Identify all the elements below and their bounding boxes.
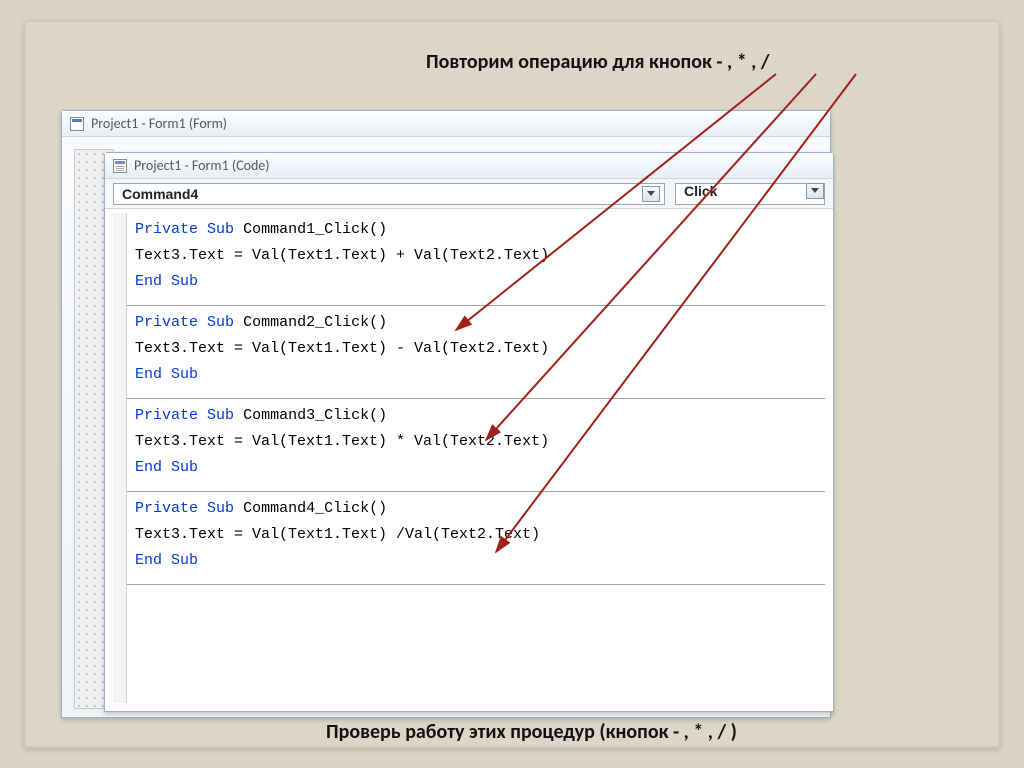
code-gutter [113,213,127,703]
procedure-combobox[interactable]: Click [675,183,825,205]
slide-frame: Повторим операцию для кнопок - , * , / P… [24,20,1000,748]
code-window-title: Project1 - Form1 (Code) [134,157,270,174]
code-line: Private Sub Command3_Click() [135,403,825,429]
form-window-title: Project1 - Form1 (Form) [91,115,227,132]
slide-heading: Повторим операцию для кнопок - , * , / [426,50,769,74]
chevron-down-icon[interactable] [806,183,824,199]
code-line: Text3.Text = Val(Text1.Text) + Val(Text2… [135,243,825,269]
code-editor[interactable]: Private Sub Command1_Click() Text3.Text … [113,213,825,703]
object-combobox[interactable]: Command4 [113,183,665,205]
form-titlebar[interactable]: Project1 - Form1 (Form) [62,111,830,137]
code-line: End Sub [135,362,825,388]
procedure-block: Private Sub Command4_Click() Text3.Text … [127,492,825,585]
object-combobox-value: Command4 [122,186,198,202]
code-line: Text3.Text = Val(Text1.Text) * Val(Text2… [135,429,825,455]
procedure-block: Private Sub Command1_Click() Text3.Text … [127,213,825,306]
chevron-down-icon[interactable] [642,186,660,202]
code-icon [113,159,127,173]
procedure-combobox-value: Click [684,178,717,204]
code-selectors: Command4 Click [105,179,833,209]
procedure-block: Private Sub Command2_Click() Text3.Text … [127,306,825,399]
code-line: Private Sub Command4_Click() [135,496,825,522]
procedure-block: Private Sub Command3_Click() Text3.Text … [127,399,825,492]
slide-footer-text: Проверь работу этих процедур (кнопок - ,… [326,720,737,744]
code-line: Text3.Text = Val(Text1.Text) /Val(Text2.… [135,522,825,548]
code-body[interactable]: Private Sub Command1_Click() Text3.Text … [127,213,825,703]
form-icon [70,117,84,131]
code-line: End Sub [135,548,825,574]
code-titlebar[interactable]: Project1 - Form1 (Code) [105,153,833,179]
code-line: End Sub [135,269,825,295]
code-line: Text3.Text = Val(Text1.Text) - Val(Text2… [135,336,825,362]
code-line: Private Sub Command2_Click() [135,310,825,336]
code-line: End Sub [135,455,825,481]
code-window: Project1 - Form1 (Code) Command4 Click P… [104,152,834,712]
code-line: Private Sub Command1_Click() [135,217,825,243]
